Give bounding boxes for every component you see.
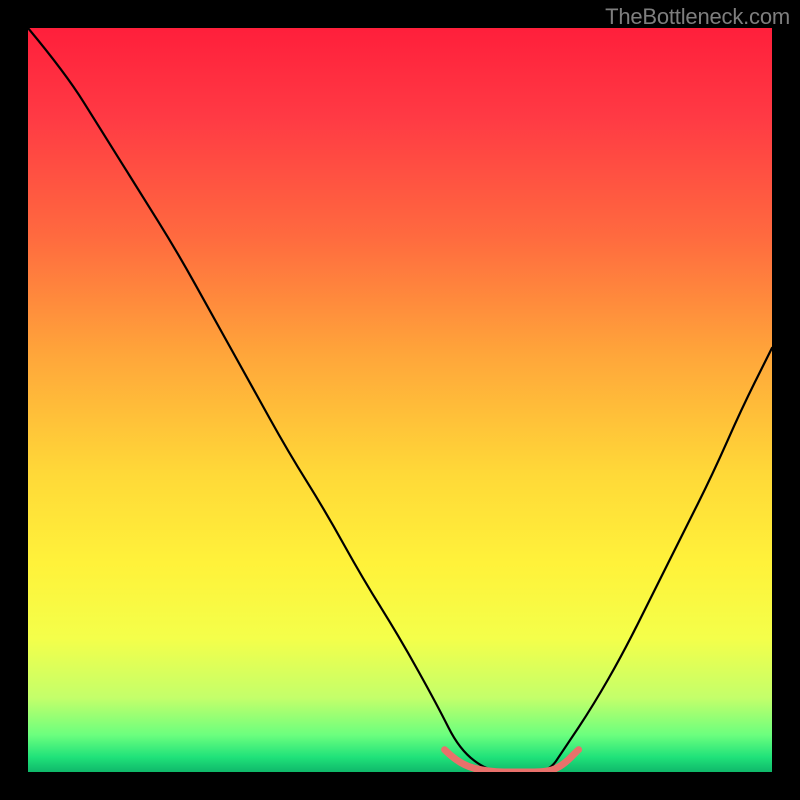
watermark-text: TheBottleneck.com (605, 4, 790, 30)
main-curve-path (28, 28, 772, 772)
chart-svg (28, 28, 772, 772)
outer-frame: TheBottleneck.com (0, 0, 800, 800)
